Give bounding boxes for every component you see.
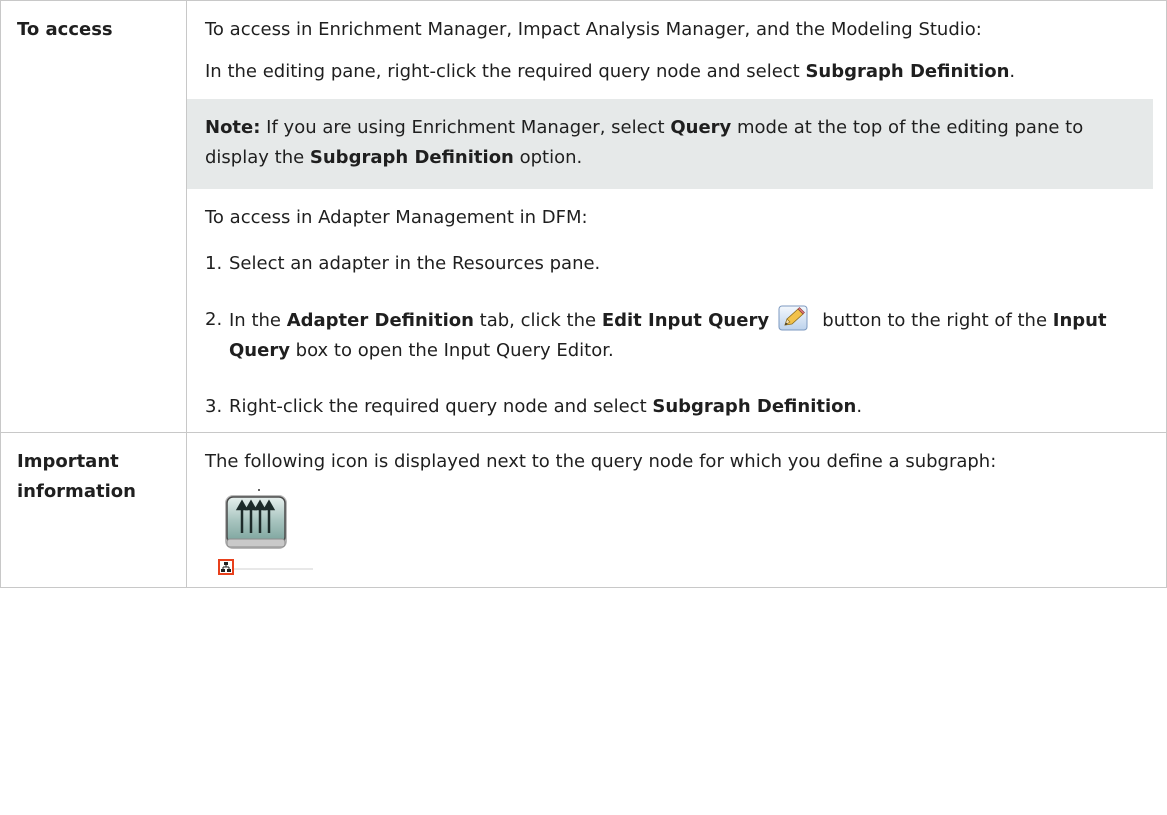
subgraph-definition-term: Subgraph Definition bbox=[805, 61, 1010, 82]
row-header-label: To access bbox=[17, 19, 113, 40]
subgraph-query-node-icon bbox=[205, 487, 315, 577]
definition-table: To access To access in Enrichment Manage… bbox=[0, 0, 1167, 588]
list-item: 3. Right-click the required query node a… bbox=[205, 396, 863, 417]
to-access-content: To access in Enrichment Manager, Impact … bbox=[186, 0, 1167, 433]
table-row-important-information: Important information The following icon… bbox=[0, 432, 1167, 588]
note-label: Note: bbox=[205, 117, 261, 138]
adapter-intro: To access in Adapter Management in DFM: bbox=[205, 207, 588, 228]
table-row-to-access: To access To access in Enrichment Manage… bbox=[0, 0, 1167, 433]
row-header-to-access: To access bbox=[0, 0, 187, 433]
pencil-icon bbox=[778, 305, 808, 331]
edit-input-query-term: Edit Input Query bbox=[601, 310, 770, 331]
steps-list: 1. Select an adapter in the Resources pa… bbox=[205, 249, 1150, 422]
important-information-content: The following icon is displayed next to … bbox=[186, 432, 1167, 588]
note-box: Note: If you are using Enrichment Manage… bbox=[187, 99, 1153, 189]
list-item: 1. Select an adapter in the Resources pa… bbox=[205, 253, 601, 274]
editing-pane-instruction: In the editing pane, right-click the req… bbox=[205, 61, 1016, 82]
row-header-important-information: Important information bbox=[0, 432, 187, 588]
icon-description: The following icon is displayed next to … bbox=[205, 451, 997, 472]
list-item: 2. In the Adapter Definition tab, click … bbox=[205, 305, 1150, 366]
access-intro: To access in Enrichment Manager, Impact … bbox=[205, 19, 982, 40]
